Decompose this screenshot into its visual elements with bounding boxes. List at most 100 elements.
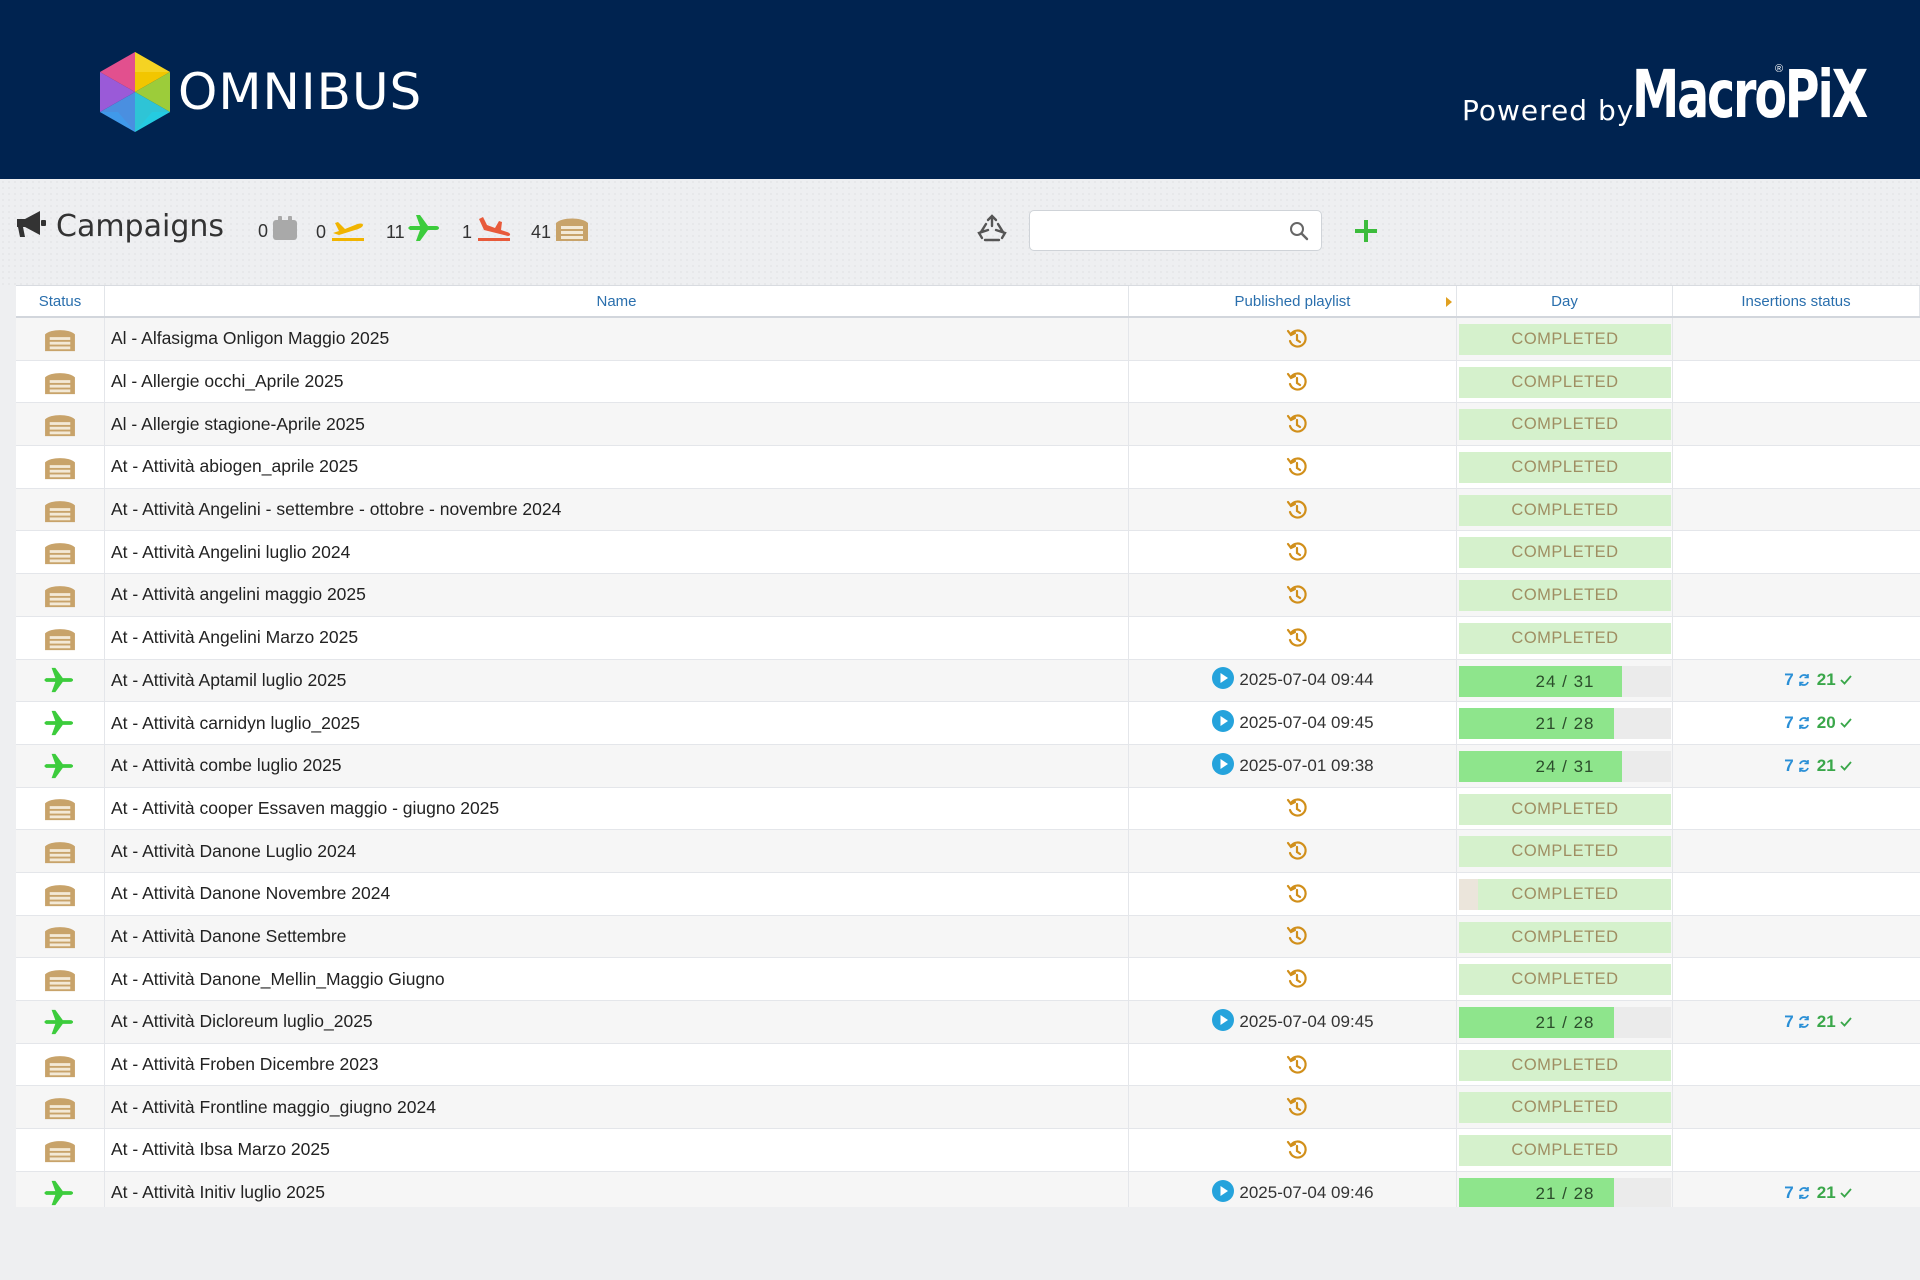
history-icon[interactable] <box>1286 328 1308 350</box>
counter-archived[interactable]: 41 <box>531 213 590 243</box>
play-icon[interactable] <box>1211 709 1235 733</box>
table-row[interactable]: At - Attività Froben Dicembre 2023 COMPLE… <box>16 1043 1920 1087</box>
table-row[interactable]: At - Attività Angelini luglio 2024 COMPLE… <box>16 531 1920 575</box>
insertions-status[interactable]: 7 21 <box>1784 756 1858 776</box>
history-icon[interactable] <box>1286 1096 1308 1118</box>
campaign-name[interactable]: At - Attività cooper Essaven maggio - gi… <box>105 787 1129 830</box>
insertions-status[interactable]: 7 21 <box>1784 1012 1858 1032</box>
status-cell <box>16 1001 105 1043</box>
table-row[interactable]: At - Attività Initiv luglio 2025 2025-07-… <box>16 1171 1920 1207</box>
play-icon[interactable] <box>1211 1179 1235 1203</box>
campaign-name[interactable]: At - Attività combe luglio 2025 <box>105 744 1129 787</box>
campaign-name[interactable]: Al - Allergie stagione-Aprile 2025 <box>105 403 1129 446</box>
campaign-name[interactable]: At - Attività Angelini luglio 2024 <box>105 531 1129 574</box>
history-icon[interactable] <box>1286 627 1308 649</box>
table-row[interactable]: At - Attività Danone Novembre 2024 COMPLE… <box>16 872 1920 916</box>
insertions-done-count: 21 <box>1816 755 1836 775</box>
playlist-cell <box>1129 616 1457 659</box>
insertions-cell <box>1673 489 1920 531</box>
insertions-cell <box>1673 403 1920 445</box>
table-row[interactable]: At - Attività Danone_Mellin_Maggio Giugn… <box>16 958 1920 1001</box>
campaign-name[interactable]: At - Attività Frontline maggio_giugno 20… <box>105 1086 1129 1129</box>
day-cell: 21 / 28 <box>1457 702 1673 744</box>
campaign-name[interactable]: At - Attività Aptamil luglio 2025 <box>105 659 1129 702</box>
column-header-status[interactable]: Status <box>16 286 105 316</box>
search-box[interactable] <box>1029 210 1322 251</box>
column-header-name[interactable]: Name <box>105 286 1129 316</box>
counter-value: 11 <box>386 221 405 242</box>
column-header-insertions[interactable]: Insertions status <box>1673 286 1920 316</box>
counter-landing[interactable]: 1 <box>462 213 513 243</box>
sort-arrow-icon[interactable] <box>1446 297 1452 307</box>
insertions-status[interactable]: 7 21 <box>1784 670 1858 690</box>
day-progress-bar: COMPLETED <box>1459 366 1671 398</box>
status-cell <box>16 744 105 787</box>
day-cell: COMPLETED <box>1457 360 1673 403</box>
table-row[interactable]: At - Attività Aptamil luglio 2025 2025-07… <box>16 659 1920 703</box>
table-row[interactable]: At - Attività abiogen_aprile 2025 COMPLET… <box>16 446 1920 489</box>
campaign-name[interactable]: Al - Alfasigma Onligon Maggio 2025 <box>105 318 1129 360</box>
column-header-playlist[interactable]: Published playlist <box>1129 286 1457 316</box>
campaign-name[interactable]: At - Attività Angelini Marzo 2025 <box>105 616 1129 659</box>
campaign-name[interactable]: At - Attività angelini maggio 2025 <box>105 574 1129 616</box>
campaign-name[interactable]: At - Attività carnidyn luglio_2025 <box>105 702 1129 744</box>
campaign-name[interactable]: Al - Allergie occhi_Aprile 2025 <box>105 360 1129 403</box>
campaign-name[interactable]: At - Attività Danone Novembre 2024 <box>105 872 1129 915</box>
campaign-name[interactable]: At - Attività Dicloreum luglio_2025 <box>105 1001 1129 1043</box>
history-icon[interactable] <box>1286 883 1308 905</box>
status-cell <box>16 872 105 915</box>
search-icon[interactable] <box>1289 221 1309 241</box>
campaign-name[interactable]: At - Attività Ibsa Marzo 2025 <box>105 1129 1129 1171</box>
history-icon[interactable] <box>1286 1054 1308 1076</box>
campaign-name[interactable]: At - Attività Danone Luglio 2024 <box>105 830 1129 872</box>
history-icon[interactable] <box>1286 541 1308 563</box>
play-icon[interactable] <box>1211 752 1235 776</box>
history-icon[interactable] <box>1286 968 1308 990</box>
table-row[interactable]: At - Attività cooper Essaven maggio - gi… <box>16 787 1920 831</box>
table-row[interactable]: At - Attività Angelini - settembre - ott… <box>16 488 1920 532</box>
history-icon[interactable] <box>1286 584 1308 606</box>
play-icon[interactable] <box>1211 666 1235 690</box>
campaign-name[interactable]: At - Attività Danone_Mellin_Maggio Giugn… <box>105 958 1129 1000</box>
table-row[interactable]: At - Attività Frontline maggio_giugno 20… <box>16 1086 1920 1130</box>
table-row[interactable]: Al - Allergie stagione-Aprile 2025 COMPLE… <box>16 403 1920 447</box>
recycle-icon[interactable] <box>976 214 1008 246</box>
campaign-name[interactable]: At - Attività Danone Settembre <box>105 915 1129 958</box>
table-row[interactable]: At - Attività Danone Settembre COMPLETED <box>16 915 1920 959</box>
campaign-name[interactable]: At - Attività Initiv luglio 2025 <box>105 1171 1129 1207</box>
history-icon[interactable] <box>1286 456 1308 478</box>
table-row[interactable]: Al - Allergie occhi_Aprile 2025 COMPLETED <box>16 360 1920 404</box>
plane-flying-icon <box>44 710 74 736</box>
history-icon[interactable] <box>1286 371 1308 393</box>
campaign-name[interactable]: At - Attività abiogen_aprile 2025 <box>105 446 1129 488</box>
table-row[interactable]: Al - Alfasigma Onligon Maggio 2025 COMPLE… <box>16 318 1920 361</box>
insertions-status[interactable]: 7 20 <box>1784 713 1858 733</box>
search-input[interactable] <box>1030 211 1280 249</box>
check-icon <box>1840 1017 1852 1027</box>
counter-takeoff[interactable]: 0 <box>316 213 367 243</box>
add-campaign-icon[interactable] <box>1352 217 1380 245</box>
campaign-name[interactable]: At - Attività Angelini - settembre - ott… <box>105 488 1129 531</box>
history-icon[interactable] <box>1286 840 1308 862</box>
counter-scheduled[interactable]: 0 <box>258 213 299 242</box>
table-row[interactable]: At - Attività Danone Luglio 2024 COMPLETE… <box>16 830 1920 873</box>
table-row[interactable]: At - Attività combe luglio 2025 2025-07-0… <box>16 744 1920 788</box>
table-row[interactable]: At - Attività angelini maggio 2025 COMPLE… <box>16 574 1920 617</box>
day-progress-bar: COMPLETED <box>1459 494 1671 526</box>
status-cell <box>16 659 105 702</box>
table-row[interactable]: At - Attività carnidyn luglio_2025 2025-0… <box>16 702 1920 745</box>
insertions-status[interactable]: 7 21 <box>1784 1183 1858 1203</box>
history-icon[interactable] <box>1286 1139 1308 1161</box>
column-header-day[interactable]: Day <box>1457 286 1673 316</box>
insertions-cell <box>1673 788 1920 830</box>
history-icon[interactable] <box>1286 499 1308 521</box>
history-icon[interactable] <box>1286 797 1308 819</box>
campaign-name[interactable]: At - Attività Froben Dicembre 2023 <box>105 1043 1129 1086</box>
history-icon[interactable] <box>1286 925 1308 947</box>
table-row[interactable]: At - Attività Dicloreum luglio_2025 2025-… <box>16 1001 1920 1044</box>
table-row[interactable]: At - Attività Angelini Marzo 2025 COMPLET… <box>16 616 1920 660</box>
history-icon[interactable] <box>1286 413 1308 435</box>
counter-flying[interactable]: 11 <box>386 213 442 243</box>
play-icon[interactable] <box>1211 1008 1235 1032</box>
table-row[interactable]: At - Attività Ibsa Marzo 2025 COMPLETED <box>16 1129 1920 1172</box>
